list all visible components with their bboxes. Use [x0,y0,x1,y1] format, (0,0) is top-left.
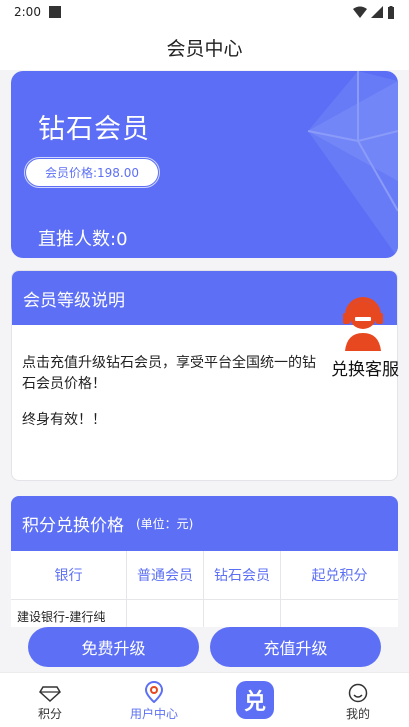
direct-referral-count: 直推人数:0 [38,229,128,250]
diamond-price-cell [204,600,281,627]
nav-item-user-center[interactable]: 用户中心 [122,673,186,727]
nav-item-mine[interactable]: 我的 [340,673,376,727]
customer-service-icon [343,297,383,351]
nav-label-points: 积分 [37,707,62,721]
column-min-points: 起兑积分 [311,568,368,584]
customer-service-label: 兑换客服 [331,360,399,380]
recharge-upgrade-button[interactable]: 充值升级 [210,627,381,667]
page-header: 会员中心 [0,24,409,70]
member-price-badge: 会员价格:198.00 [24,157,160,188]
exchange-price-header: 积分兑换价格 (单位：元) [11,496,398,551]
diamond-icon [307,71,398,258]
normal-price-cell [127,600,204,627]
exchange-price-card: 积分兑换价格 (单位：元) 银行 普通会员 钻石会员 起兑积分 建设银行-建行纯 [11,496,398,627]
level-description-text: 点击充值升级钻石会员，享受平台全国统一的钻石会员价格！ [22,355,316,392]
exchange-price-title: 积分兑换价格 [22,516,124,536]
battery-icon [388,5,394,19]
diamond-outline-icon [39,686,61,702]
exchange-price-unit: (单位：元) [136,517,194,531]
notification-icon [48,6,61,18]
level-note-text: 终身有效！！ [22,412,106,428]
page-title: 会员中心 [166,37,243,60]
status-time: 2:00 [14,5,41,19]
customer-service-button[interactable]: 兑换客服 [331,293,409,383]
status-icons [353,5,395,19]
member-price-label: 会员价格:198.00 [26,159,158,186]
nav-label-user-center: 用户中心 [129,707,178,721]
min-points-cell [281,600,398,627]
wifi-icon [353,6,367,18]
signal-icon [371,6,383,18]
nav-item-exchange[interactable]: 兑 [236,681,274,719]
vip-card: 钻石会员 会员价格:198.00 直推人数:0 [11,71,398,258]
status-bar: 2:00 [0,0,409,24]
bottom-navigation: 积分 用户中心 兑 我的 [0,672,409,727]
nav-label-mine: 我的 [345,707,370,721]
exchange-table-header: 银行 普通会员 钻石会员 起兑积分 [11,551,398,600]
smile-face-icon [348,683,368,703]
bank-name-cell: 建设银行-建行纯 [11,600,127,627]
nav-item-points[interactable]: 积分 [28,673,72,727]
free-upgrade-button[interactable]: 免费升级 [28,627,199,667]
location-pin-icon [145,681,163,703]
vip-level-name: 钻石会员 [38,114,150,145]
table-row: 建设银行-建行纯 [11,600,398,627]
column-normal-member: 普通会员 [127,551,204,599]
column-diamond-member: 钻石会员 [204,551,281,599]
column-bank: 银行 [11,551,127,599]
